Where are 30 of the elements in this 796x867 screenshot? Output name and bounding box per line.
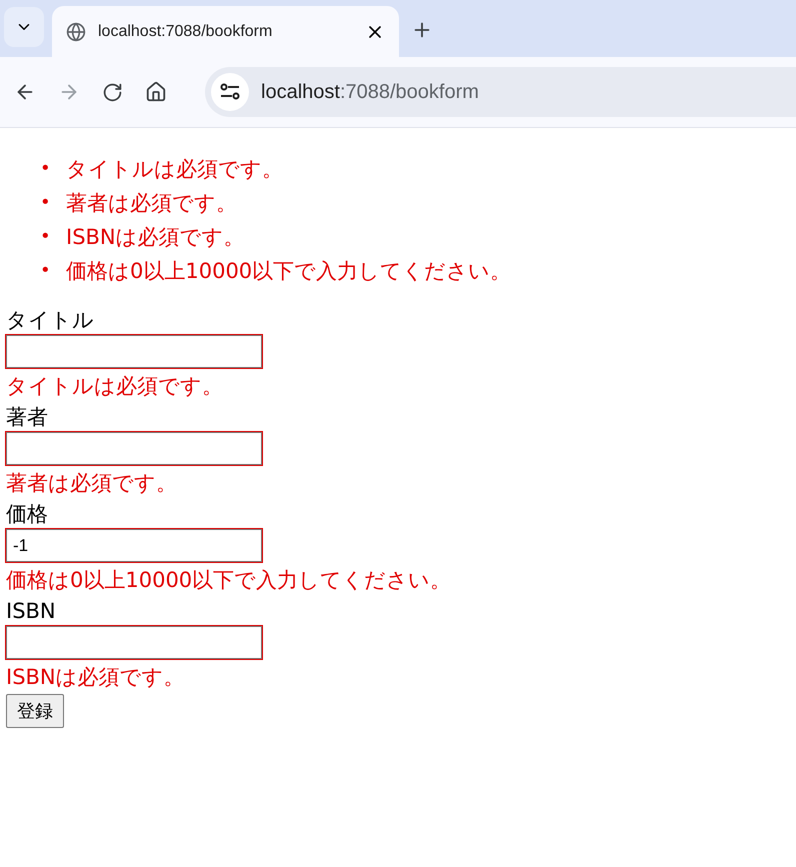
address-bar[interactable]: localhost:7088/bookform — [205, 67, 796, 117]
reload-icon — [102, 82, 123, 102]
validation-message: タイトルは必須です。 — [6, 373, 224, 400]
field-label: 価格 — [6, 501, 49, 528]
text-field[interactable] — [6, 432, 262, 465]
bullet: • — [40, 259, 52, 283]
bullet: • — [40, 157, 52, 181]
validation-message: ISBNは必須です。 — [6, 664, 186, 691]
text-field[interactable] — [6, 626, 262, 659]
tab-title: localhost:7088/bookform — [98, 22, 274, 40]
text-field[interactable] — [6, 335, 262, 368]
validation-message: 価格は0以上10000以下で入力してください。 — [6, 567, 452, 594]
site-info-button[interactable] — [211, 73, 249, 111]
validation-summary-item: 著者は必須です。 — [66, 190, 237, 217]
globe-icon — [66, 22, 86, 42]
bullet: • — [40, 225, 52, 249]
url-text: localhost:7088/bookform — [261, 80, 479, 104]
field-label: ISBN — [6, 598, 57, 625]
home-icon — [145, 81, 167, 103]
submit-button[interactable]: 登録 — [6, 694, 64, 728]
validation-summary-item: タイトルは必須です。 — [66, 156, 283, 183]
validation-message: 著者は必須です。 — [6, 470, 178, 497]
browser-tab[interactable]: localhost:7088/bookform — [52, 6, 399, 57]
sliders-icon — [220, 83, 240, 101]
text-field[interactable]: -1 — [6, 529, 262, 562]
validation-summary-item: 価格は0以上10000以下で入力してください。 — [66, 258, 512, 285]
field-label: 著者 — [6, 404, 49, 431]
validation-summary-item: ISBNは必須です。 — [66, 224, 245, 251]
bullet: • — [40, 191, 52, 215]
field-label: タイトル — [6, 307, 95, 334]
